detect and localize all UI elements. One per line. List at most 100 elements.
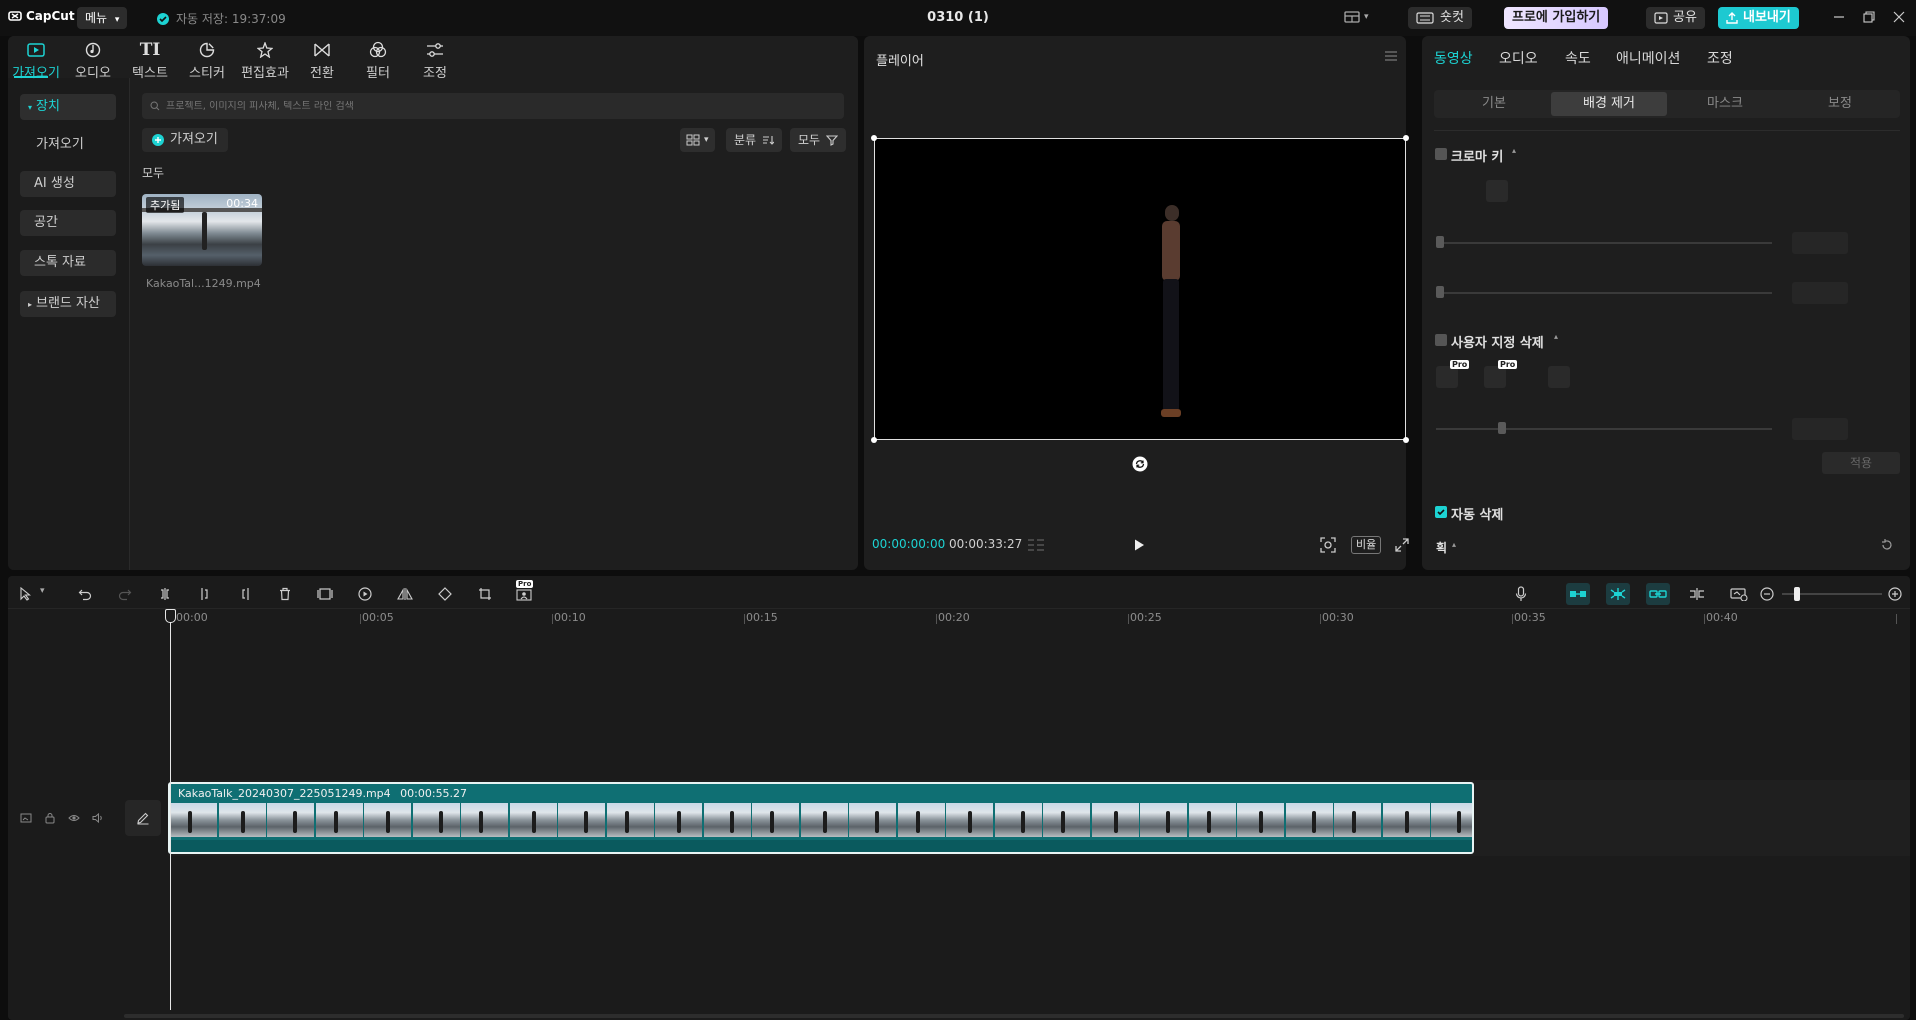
sidebar-item-stock[interactable]: 스톡 자료 [20,250,116,276]
tool-sticker[interactable]: 스티커 [179,38,235,81]
resize-handle[interactable] [1403,135,1409,141]
apply-button[interactable]: 적용 [1822,452,1900,474]
split-left-button[interactable] [194,583,216,605]
tool-text[interactable]: TI 텍스트 [122,38,178,81]
sub-tab-basic[interactable]: 기본 [1436,92,1552,116]
brush-size-slider[interactable] [1436,428,1772,430]
speed-button[interactable] [354,583,376,605]
reset-button[interactable] [1880,538,1894,552]
auto-remove-checkbox[interactable] [1435,506,1447,518]
pro-subscribe-button[interactable]: 프로에 가입하기 [1504,7,1609,29]
resize-handle[interactable] [871,135,877,141]
track-lock-button[interactable] [44,812,56,824]
media-search[interactable] [142,93,844,119]
tool-audio[interactable]: 오디오 [65,38,121,81]
main-track-magnet-button[interactable] [1566,583,1590,605]
split-button[interactable] [154,583,176,605]
restore-button[interactable] [1862,10,1876,24]
sidebar-item-brand-assets[interactable]: ▸ 브랜드 자산 [20,291,116,317]
resize-handle[interactable] [871,437,877,443]
rotate-button[interactable] [434,583,456,605]
chroma-shadow-input[interactable] [1792,282,1848,304]
tab-animation[interactable]: 애니메이션 [1616,48,1680,68]
tab-speed[interactable]: 속도 [1565,48,1591,68]
tool-effects[interactable]: 편집효과 [236,38,294,81]
chroma-intensity-slider[interactable] [1436,242,1772,244]
mirror-button[interactable] [394,583,416,605]
player-menu-button[interactable] [1384,50,1398,62]
sidebar-item-space[interactable]: 공간 [20,210,116,236]
slider-knob[interactable] [1436,286,1444,298]
video-preview[interactable] [874,138,1406,440]
resize-handle[interactable] [1403,437,1409,443]
media-clip-thumbnail[interactable]: 추가됨 00:34 [142,194,262,266]
search-input[interactable] [166,100,826,112]
eraser-tool-button[interactable] [1484,366,1506,388]
sub-tab-mask[interactable]: 마스크 [1667,92,1783,116]
play-button[interactable] [1132,538,1146,552]
brush-size-input[interactable] [1792,418,1848,440]
slider-knob[interactable] [1436,236,1444,248]
fullscreen-button[interactable] [1394,537,1410,553]
timeline-scrollbar[interactable] [124,1014,1904,1018]
slider-knob[interactable] [1498,422,1506,434]
sub-tab-retouch[interactable]: 보정 [1782,92,1898,116]
chroma-key-checkbox[interactable] [1435,148,1447,160]
thumbnail-toggle-button[interactable] [1728,583,1750,605]
caret-up-icon[interactable]: ▴ [1554,332,1558,341]
layout-switch-button[interactable]: ▾ [1344,10,1369,24]
sort-button[interactable]: 분류 [726,128,783,152]
chroma-shadow-slider[interactable] [1436,292,1772,294]
tab-audio[interactable]: 오디오 [1499,48,1538,68]
redo-button[interactable] [114,583,136,605]
tab-video[interactable]: 동영상 [1434,48,1473,68]
tool-import[interactable]: 가져오기 [8,38,64,81]
caret-up-icon[interactable]: ▴ [1452,540,1456,549]
tool-transition[interactable]: 전환 [294,38,350,81]
filter-dropdown[interactable]: 모두 [790,128,847,152]
freeze-frame-button[interactable] [314,583,336,605]
sidebar-item-device[interactable]: ▾ 장치 [20,94,116,120]
export-button[interactable]: 내보내기 [1718,7,1799,29]
record-voice-button[interactable] [1510,583,1532,605]
delete-button[interactable] [274,583,296,605]
split-right-button[interactable] [234,583,256,605]
import-button[interactable]: 가져오기 [142,128,228,152]
view-mode-button[interactable]: ▾ [680,128,715,152]
playhead-handle[interactable] [165,609,176,623]
timecode-format-button[interactable] [1026,538,1046,552]
zoom-out-button[interactable] [1756,583,1778,605]
zoom-in-button[interactable] [1884,583,1906,605]
tool-filter[interactable]: 필터 [350,38,406,81]
zoom-slider-knob[interactable] [1794,587,1800,601]
track-edit-button[interactable] [125,800,161,836]
chevron-down-icon[interactable]: ▾ [40,586,45,596]
track-cover-icon[interactable] [20,812,32,824]
chroma-intensity-input[interactable] [1792,232,1848,254]
brush-tool-button[interactable] [1436,366,1458,388]
sidebar-item-import[interactable]: 가져오기 [20,132,116,158]
share-button[interactable]: 공유 [1646,7,1705,29]
sub-tab-remove-bg[interactable]: 배경 제거 [1551,92,1667,116]
minimize-button[interactable] [1832,10,1846,24]
tab-adjust[interactable]: 조정 [1707,48,1733,68]
playhead[interactable] [170,610,171,1010]
preview-axis-button[interactable] [1686,583,1708,605]
snapshot-button[interactable] [1320,537,1336,553]
caret-up-icon[interactable]: ▴ [1512,146,1516,155]
custom-remove-checkbox[interactable] [1435,334,1447,346]
sidebar-item-ai-generate[interactable]: AI 생성 [20,171,116,197]
shortcut-button[interactable]: 숏컷 [1408,7,1472,29]
rotate-handle[interactable] [1132,456,1148,472]
ratio-button[interactable]: 비율 [1351,536,1382,554]
linkage-button[interactable] [1646,583,1670,605]
track-visibility-button[interactable] [68,812,80,824]
close-button[interactable] [1892,10,1906,24]
auto-snap-button[interactable] [1606,583,1630,605]
timeline-video-clip[interactable]: KakaoTalk_20240307_225051249.mp4 00:00:5… [168,782,1474,854]
crop-button[interactable] [474,583,496,605]
reset-brush-button[interactable] [1548,366,1570,388]
select-tool-button[interactable] [14,583,36,605]
tool-adjust[interactable]: 조정 [407,38,463,81]
undo-button[interactable] [74,583,96,605]
